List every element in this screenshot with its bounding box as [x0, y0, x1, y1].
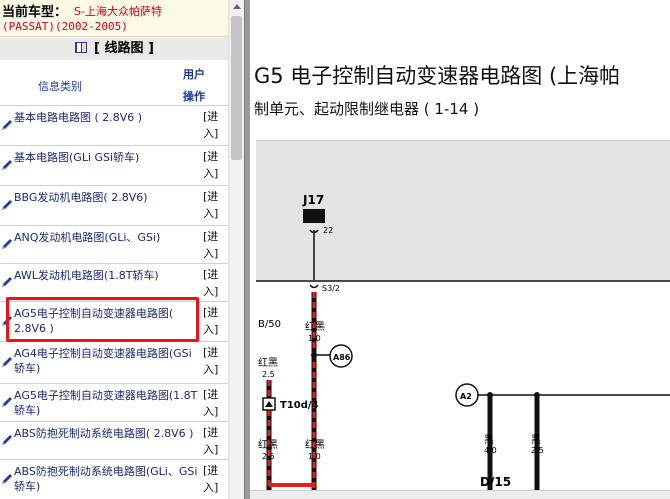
- column-header: 信息类别 用户操作: [0, 60, 228, 106]
- enter-link[interactable]: [进入]: [203, 266, 221, 300]
- label-a2: A2: [460, 392, 472, 401]
- pencil-icon: [2, 120, 12, 130]
- label-black-1: 黑: [484, 434, 494, 446]
- scroll-up-arrow-icon[interactable]: [233, 4, 241, 9]
- column-user-operation: 用户操作: [183, 68, 205, 103]
- list-item[interactable]: ABS防抱死制动系统电路图(GLi、GSi轿车) [进入]: [0, 460, 228, 499]
- panel-title-text: [ 线路图 ]: [94, 41, 154, 56]
- label-d15: D/15: [480, 475, 511, 489]
- enter-link[interactable]: [进入]: [203, 386, 221, 420]
- selected-item-highlight: [6, 297, 199, 342]
- list-item-label[interactable]: ABS防抱死制动系统电路图(GLi、GSi轿车): [14, 464, 200, 494]
- label-wire-25-1: 2.5: [262, 370, 275, 379]
- list-item[interactable]: AG4电子控制自动变速器电路图(GSi轿车) [进入]: [0, 342, 228, 384]
- list-item[interactable]: 基本电路电路图 ( 2.8V6 ) [进入]: [0, 106, 228, 146]
- list-item-label[interactable]: 基本电路图(GLi GSi轿车): [14, 150, 200, 165]
- list-item[interactable]: BBG发动机电路图( 2.8V6) [进入]: [0, 186, 228, 226]
- vehicle-model: S-上海大众帕萨特: [74, 5, 162, 18]
- pencil-icon: [2, 160, 12, 170]
- label-wire-40: 4.0: [484, 446, 497, 455]
- list-item-label[interactable]: AWL发动机电路图(1.8T轿车): [14, 268, 200, 283]
- horizontal-scrollbar[interactable]: [250, 490, 670, 499]
- pencil-icon: [2, 357, 12, 367]
- label-b50: B/50: [258, 319, 281, 330]
- list-item-label[interactable]: ANQ发动机电路图(GLi、GSi): [14, 230, 200, 245]
- list-item-label[interactable]: 基本电路电路图 ( 2.8V6 ): [14, 110, 200, 125]
- list-item-label[interactable]: AG4电子控制自动变速器电路图(GSi轿车): [14, 346, 200, 376]
- enter-link[interactable]: [进入]: [203, 344, 221, 378]
- enter-link[interactable]: [进入]: [203, 304, 221, 338]
- column-info-category: 信息类别: [38, 80, 82, 93]
- diagram-viewer: G5 电子控制自动变速器电路图 (上海帕 制单元、起动限制继电器 ( 1-14 …: [250, 0, 670, 499]
- vehicle-info: 当前车型： S-上海大众帕萨特 (PASSAT)(2002-2005): [0, 0, 228, 37]
- label-red-black-2: 红黑: [305, 438, 325, 451]
- label-j17-pin: 22: [323, 226, 333, 235]
- list-item[interactable]: 基本电路图(GLi GSi轿车) [进入]: [0, 146, 228, 186]
- enter-link[interactable]: [进入]: [203, 424, 221, 458]
- list-item-label[interactable]: BBG发动机电路图( 2.8V6): [14, 190, 200, 205]
- label-red-black-4: 红黑: [258, 438, 278, 451]
- pencil-icon: [2, 397, 12, 407]
- label-red-black-1: 红黑: [305, 320, 325, 333]
- book-icon: [75, 42, 88, 53]
- list-item[interactable]: ABS防抱死制动系统电路图( 2.8V6 ) [进入]: [0, 422, 228, 460]
- pencil-icon: [2, 239, 12, 249]
- panel-title: [ 线路图 ]: [0, 38, 228, 60]
- label-s32: S3/2: [322, 284, 340, 293]
- list-item[interactable]: AG5电子控制自动变速器电路图(1.8T轿车) [进入]: [0, 384, 228, 422]
- label-wire-25-2: 2.5: [262, 452, 275, 461]
- list-item-label[interactable]: AG5电子控制自动变速器电路图(1.8T轿车): [14, 388, 200, 418]
- pencil-icon: [2, 435, 12, 445]
- circuit-diagram: J17 22 S3/2 红黑 1.0 A86 红黑 1.0 B/50 红黑 2.…: [256, 193, 670, 499]
- label-wire-10-2: 1.0: [308, 452, 321, 461]
- label-j17: J17: [302, 193, 324, 207]
- label-wire-10-1: 1.0: [308, 334, 321, 343]
- enter-link[interactable]: [进入]: [203, 462, 221, 496]
- pencil-icon: [2, 474, 12, 484]
- left-panel: 当前车型： S-上海大众帕萨特 (PASSAT)(2002-2005) [ 线路…: [0, 0, 244, 499]
- list-item-label[interactable]: ABS防抱死制动系统电路图( 2.8V6 ): [14, 426, 200, 441]
- label-black-2: 黑: [531, 434, 541, 446]
- pencil-icon: [2, 200, 12, 210]
- label-wire-25-3: 2.5: [531, 446, 544, 455]
- relay-j17-block: [303, 209, 325, 223]
- label-red-black-3: 红黑: [258, 356, 278, 369]
- scroll-thumb[interactable]: [231, 16, 242, 160]
- label-t10d: T10d/4: [280, 400, 319, 411]
- enter-link[interactable]: [进入]: [203, 228, 221, 262]
- list-item[interactable]: ANQ发动机电路图(GLi、GSi) [进入]: [0, 226, 228, 264]
- label-a86: A86: [333, 353, 351, 362]
- vehicle-label: 当前车型：: [2, 5, 68, 20]
- enter-link[interactable]: [进入]: [203, 188, 221, 222]
- fuse-s32: [309, 284, 319, 289]
- enter-link[interactable]: [进入]: [203, 148, 221, 182]
- vehicle-model-code: (PASSAT)(2002-2005): [2, 20, 128, 33]
- vertical-scrollbar[interactable]: [228, 0, 244, 499]
- pencil-icon: [2, 277, 12, 287]
- enter-link[interactable]: [进入]: [203, 108, 221, 142]
